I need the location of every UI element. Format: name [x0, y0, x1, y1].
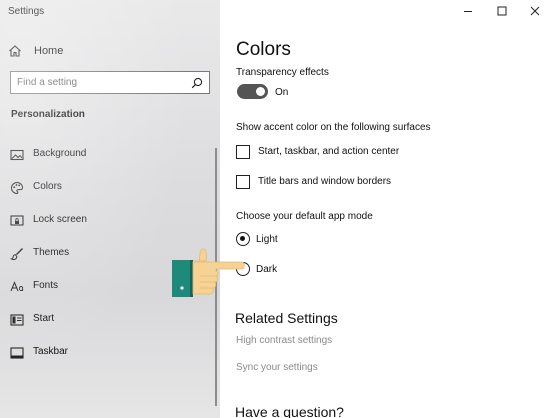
font-icon [10, 281, 24, 292]
home-nav-item[interactable]: Home [8, 42, 63, 60]
sidebar-item-label: Fonts [33, 280, 59, 291]
toggle-knob [256, 87, 265, 96]
sidebar-item-lock-screen[interactable]: Lock screen [0, 210, 214, 232]
dark-mode-label[interactable]: Dark [256, 264, 277, 275]
page-title: Colors [236, 39, 291, 60]
light-mode-radio[interactable] [236, 232, 250, 246]
sync-settings-link[interactable]: Sync your settings [236, 362, 318, 373]
lock-screen-icon [10, 215, 24, 226]
brush-icon [10, 248, 23, 261]
search-icon[interactable] [191, 77, 203, 89]
taskbar-icon [10, 347, 24, 359]
home-label: Home [34, 45, 64, 57]
accent-surfaces-label: Show accent color on the following surfa… [236, 122, 431, 133]
sidebar: Settings Home Personalization Background [0, 0, 220, 418]
close-icon[interactable] [528, 4, 542, 18]
sidebar-item-label: Background [33, 148, 87, 159]
question-title: Have a question? [235, 404, 344, 418]
app-mode-label: Choose your default app mode [236, 211, 373, 222]
home-icon [9, 45, 21, 57]
sidebar-item-label: Taskbar [33, 346, 69, 357]
sidebar-item-label: Lock screen [33, 214, 87, 225]
sidebar-item-taskbar[interactable]: Taskbar [0, 342, 214, 364]
start-icon [10, 314, 24, 326]
search-box[interactable] [10, 71, 210, 94]
title-bars-label[interactable]: Title bars and window borders [258, 176, 391, 187]
title-bars-checkbox[interactable] [236, 175, 250, 189]
search-input[interactable] [17, 75, 177, 90]
minimize-icon[interactable] [461, 4, 475, 18]
high-contrast-link[interactable]: High contrast settings [236, 335, 332, 346]
related-settings-title: Related Settings [235, 310, 338, 326]
main-content: Colors Transparency effects On Show acce… [220, 0, 550, 418]
sidebar-item-label: Themes [33, 247, 70, 258]
light-mode-label[interactable]: Light [256, 234, 278, 245]
sidebar-item-background[interactable]: Background [0, 144, 214, 166]
transparency-state: On [275, 87, 289, 98]
settings-window: Settings Home Personalization Background [0, 0, 550, 418]
start-taskbar-label[interactable]: Start, taskbar, and action center [258, 146, 399, 157]
pointing-hand-icon [172, 248, 245, 297]
sidebar-item-label: Colors [33, 181, 62, 192]
image-icon [10, 149, 24, 161]
transparency-label: Transparency effects [236, 67, 329, 78]
start-taskbar-checkbox[interactable] [236, 145, 250, 159]
app-title: Settings [8, 6, 45, 17]
maximize-icon[interactable] [495, 4, 509, 18]
sidebar-item-label: Start [33, 313, 55, 324]
sidebar-item-start[interactable]: Start [0, 309, 214, 331]
section-title: Personalization [11, 109, 85, 120]
palette-icon [11, 181, 24, 195]
transparency-toggle[interactable] [237, 84, 268, 99]
sidebar-item-colors[interactable]: Colors [0, 177, 214, 199]
